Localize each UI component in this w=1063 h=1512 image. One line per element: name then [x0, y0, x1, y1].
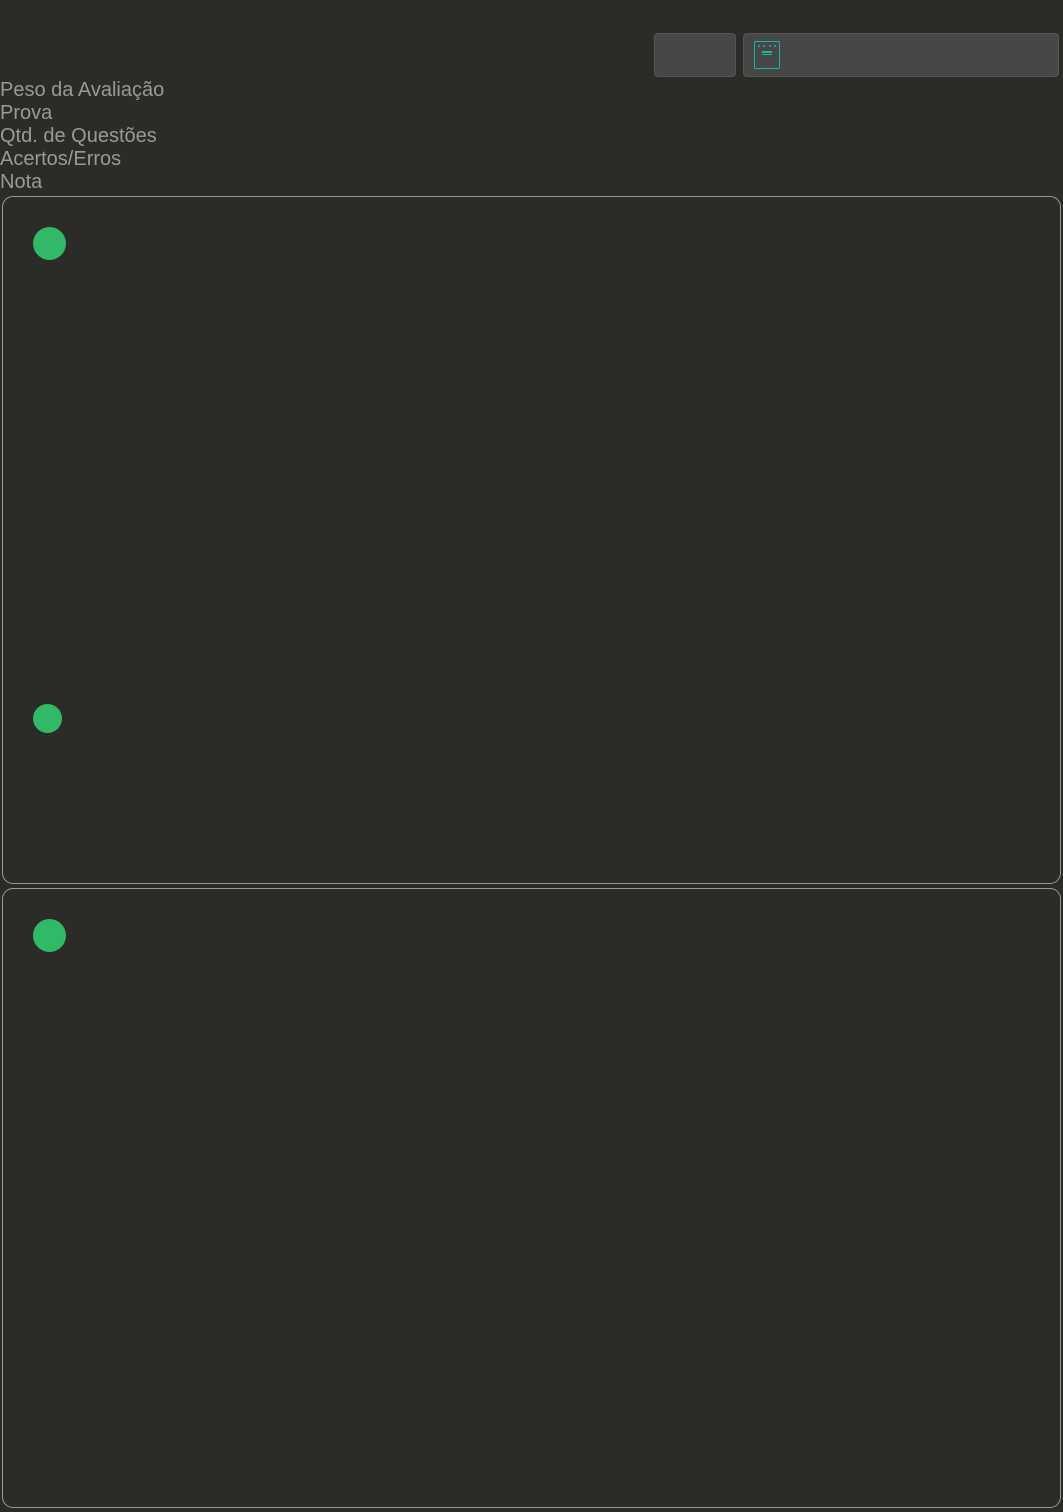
- label-acertos: Acertos/Erros: [0, 148, 164, 171]
- label-prova: Prova: [0, 102, 164, 125]
- label-peso: Peso da Avaliação: [0, 79, 164, 102]
- evaluation-panel-1: [2, 196, 1061, 884]
- label-nota: Nota: [0, 171, 164, 194]
- status-indicator-icon: [33, 227, 66, 260]
- status-indicator-icon: [33, 919, 66, 952]
- label-qtd: Qtd. de Questões: [0, 125, 164, 148]
- top-calc-button[interactable]: [743, 33, 1059, 77]
- field-labels: Peso da Avaliação Prova Qtd. de Questões…: [0, 79, 164, 194]
- status-indicator-icon: [33, 704, 62, 733]
- calculator-icon: [754, 41, 780, 69]
- top-action-button[interactable]: [654, 33, 736, 77]
- evaluation-panel-2: [2, 888, 1061, 1508]
